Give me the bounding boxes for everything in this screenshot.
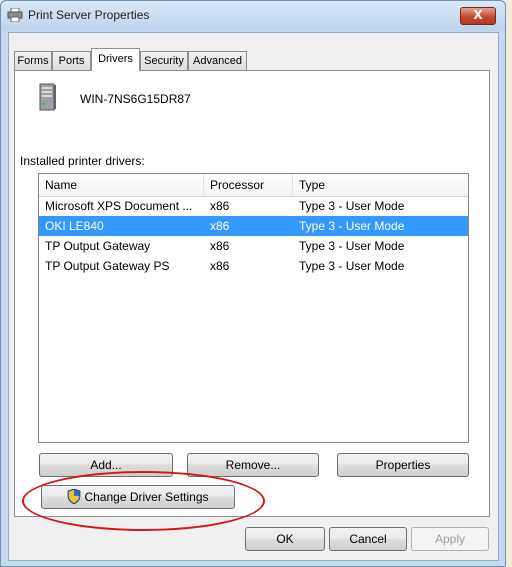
printer-icon (7, 8, 23, 22)
print-server-properties-window: Print Server Properties X Forms Ports Dr… (0, 0, 506, 567)
installed-drivers-label: Installed printer drivers: (20, 154, 145, 168)
driver-type: Type 3 - User Mode (299, 199, 405, 213)
driver-name: OKI LE840 (45, 219, 104, 233)
close-button[interactable]: X (460, 7, 496, 25)
title-bar: Print Server Properties X (1, 1, 505, 31)
drivers-tab-panel: WIN-7NS6G15DR87 Installed printer driver… (14, 70, 490, 517)
close-icon: X (473, 8, 483, 22)
table-row-selected[interactable]: OKI LE840 x86 Type 3 - User Mode (39, 216, 468, 236)
cancel-button[interactable]: Cancel (329, 527, 407, 551)
window-title: Print Server Properties (28, 8, 150, 22)
uac-shield-icon (68, 489, 81, 504)
server-icon (39, 83, 56, 111)
tab-security[interactable]: Security (140, 51, 188, 70)
tab-advanced[interactable]: Advanced (188, 51, 247, 70)
driver-processor: x86 (210, 239, 230, 253)
drivers-list[interactable]: Name Processor Type Microsoft XPS Docume… (38, 173, 469, 443)
dialog-body: Forms Ports Drivers Security Advanced WI… (8, 32, 499, 561)
properties-button[interactable]: Properties (337, 453, 469, 477)
add-button[interactable]: Add... (39, 453, 173, 477)
table-row[interactable]: Microsoft XPS Document ... x86 Type 3 - … (39, 196, 468, 216)
driver-processor: x86 (210, 199, 230, 213)
column-header-processor[interactable]: Processor (204, 174, 293, 196)
apply-button[interactable]: Apply (411, 527, 489, 551)
driver-processor: x86 (210, 259, 230, 273)
table-row[interactable]: TP Output Gateway x86 Type 3 - User Mode (39, 236, 468, 256)
server-name: WIN-7NS6G15DR87 (80, 92, 191, 106)
table-row[interactable]: TP Output Gateway PS x86 Type 3 - User M… (39, 256, 468, 276)
driver-processor: x86 (210, 219, 230, 233)
driver-type: Type 3 - User Mode (299, 219, 405, 233)
column-header-type[interactable]: Type (293, 174, 468, 196)
driver-type: Type 3 - User Mode (299, 259, 405, 273)
change-driver-settings-label: Change Driver Settings (84, 490, 209, 504)
ok-button[interactable]: OK (245, 527, 325, 551)
list-header: Name Processor Type (39, 174, 468, 197)
tab-forms[interactable]: Forms (14, 51, 52, 70)
remove-button[interactable]: Remove... (187, 453, 319, 477)
column-header-name[interactable]: Name (39, 174, 204, 196)
tab-ports[interactable]: Ports (52, 51, 91, 70)
driver-name: TP Output Gateway (45, 239, 151, 253)
change-driver-settings-button[interactable]: Change Driver Settings (41, 485, 235, 509)
driver-name: TP Output Gateway PS (45, 259, 170, 273)
tab-drivers[interactable]: Drivers (91, 48, 140, 71)
driver-name: Microsoft XPS Document ... (45, 199, 193, 213)
driver-type: Type 3 - User Mode (299, 239, 405, 253)
